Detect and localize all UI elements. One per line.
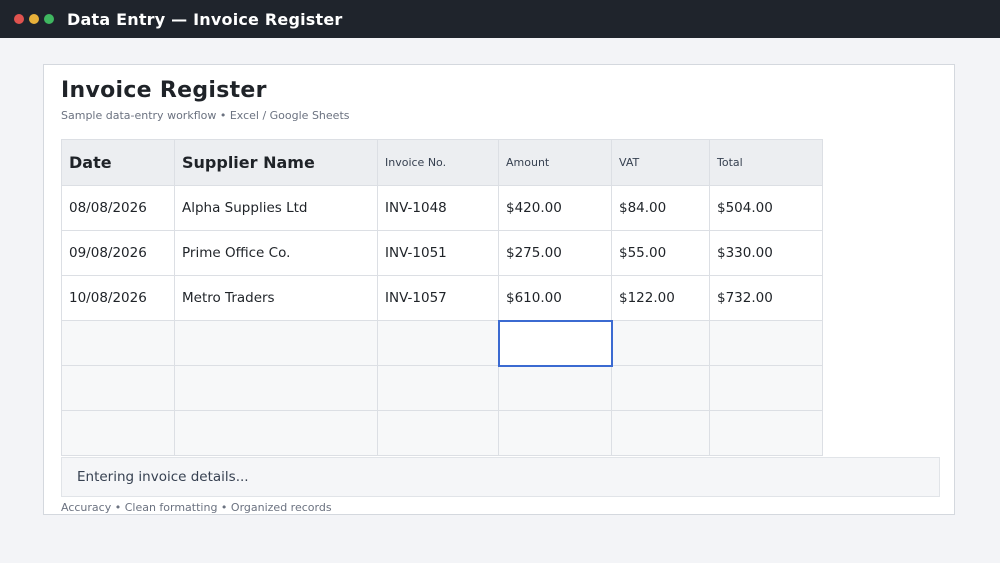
invoice-register-card: Invoice Register Sample data-entry workf…	[43, 64, 955, 515]
cell-total[interactable]: $330.00	[709, 230, 823, 276]
cell-total[interactable]: $732.00	[709, 275, 823, 321]
cell-amount[interactable]: $275.00	[498, 230, 612, 276]
empty-cell-supplier-name[interactable]	[174, 410, 378, 456]
empty-cell-amount[interactable]	[498, 410, 612, 456]
empty-cell-supplier-name[interactable]	[174, 365, 378, 411]
empty-cell-invoice-no[interactable]	[377, 320, 499, 366]
empty-cell-total[interactable]	[709, 320, 823, 366]
table-row: 10/08/2026 Metro Traders INV-1057 $610.0…	[61, 275, 823, 321]
page-subtitle: Sample data-entry workflow • Excel / Goo…	[61, 109, 350, 122]
empty-cell-invoice-no[interactable]	[377, 365, 499, 411]
cell-invoice-no[interactable]: INV-1051	[377, 230, 499, 276]
table-header-row: Date Supplier Name Invoice No. Amount VA…	[61, 139, 823, 186]
cell-vat[interactable]: $84.00	[611, 185, 710, 231]
column-header-amount[interactable]: Amount	[498, 139, 612, 186]
empty-cell-vat[interactable]	[611, 410, 710, 456]
invoice-table: Date Supplier Name Invoice No. Amount VA…	[61, 139, 823, 456]
table-row: 09/08/2026 Prime Office Co. INV-1051 $27…	[61, 230, 823, 276]
cell-vat[interactable]: $122.00	[611, 275, 710, 321]
table-row: 08/08/2026 Alpha Supplies Ltd INV-1048 $…	[61, 185, 823, 231]
empty-cell-amount[interactable]	[498, 365, 612, 411]
cell-supplier-name[interactable]: Alpha Supplies Ltd	[174, 185, 378, 231]
window-controls	[14, 14, 54, 24]
empty-cell-date[interactable]	[61, 365, 175, 411]
cell-vat[interactable]: $55.00	[611, 230, 710, 276]
cell-date[interactable]: 09/08/2026	[61, 230, 175, 276]
empty-cell-vat[interactable]	[611, 320, 710, 366]
empty-cell-total[interactable]	[709, 365, 823, 411]
cell-total[interactable]: $504.00	[709, 185, 823, 231]
cell-amount[interactable]: $420.00	[498, 185, 612, 231]
close-window-button[interactable]	[14, 14, 24, 24]
column-header-total[interactable]: Total	[709, 139, 823, 186]
column-header-invoice-no[interactable]: Invoice No.	[377, 139, 499, 186]
window-title: Data Entry — Invoice Register	[67, 9, 343, 29]
empty-cell-date[interactable]	[61, 410, 175, 456]
cell-supplier-name[interactable]: Metro Traders	[174, 275, 378, 321]
column-header-supplier-name[interactable]: Supplier Name	[174, 139, 378, 186]
empty-cell-vat[interactable]	[611, 365, 710, 411]
table-row-empty	[61, 410, 823, 456]
table-row-empty	[61, 319, 823, 367]
maximize-window-button[interactable]	[44, 14, 54, 24]
table-row-empty	[61, 365, 823, 411]
column-header-vat[interactable]: VAT	[611, 139, 710, 186]
empty-cell-date[interactable]	[61, 320, 175, 366]
cell-invoice-no[interactable]: INV-1048	[377, 185, 499, 231]
minimize-window-button[interactable]	[29, 14, 39, 24]
empty-cell-total[interactable]	[709, 410, 823, 456]
cell-date[interactable]: 10/08/2026	[61, 275, 175, 321]
column-header-date[interactable]: Date	[61, 139, 175, 186]
cell-supplier-name[interactable]: Prime Office Co.	[174, 230, 378, 276]
empty-cell-invoice-no[interactable]	[377, 410, 499, 456]
status-bar: Entering invoice details...	[61, 457, 940, 497]
empty-cell-supplier-name[interactable]	[174, 320, 378, 366]
cell-amount[interactable]: $610.00	[498, 275, 612, 321]
status-text: Entering invoice details...	[77, 469, 249, 485]
active-cell-amount[interactable]	[497, 319, 613, 367]
cell-invoice-no[interactable]: INV-1057	[377, 275, 499, 321]
title-bar: Data Entry — Invoice Register	[0, 0, 1000, 38]
cell-date[interactable]: 08/08/2026	[61, 185, 175, 231]
page-title: Invoice Register	[61, 78, 267, 103]
footer-note: Accuracy • Clean formatting • Organized …	[61, 501, 332, 514]
